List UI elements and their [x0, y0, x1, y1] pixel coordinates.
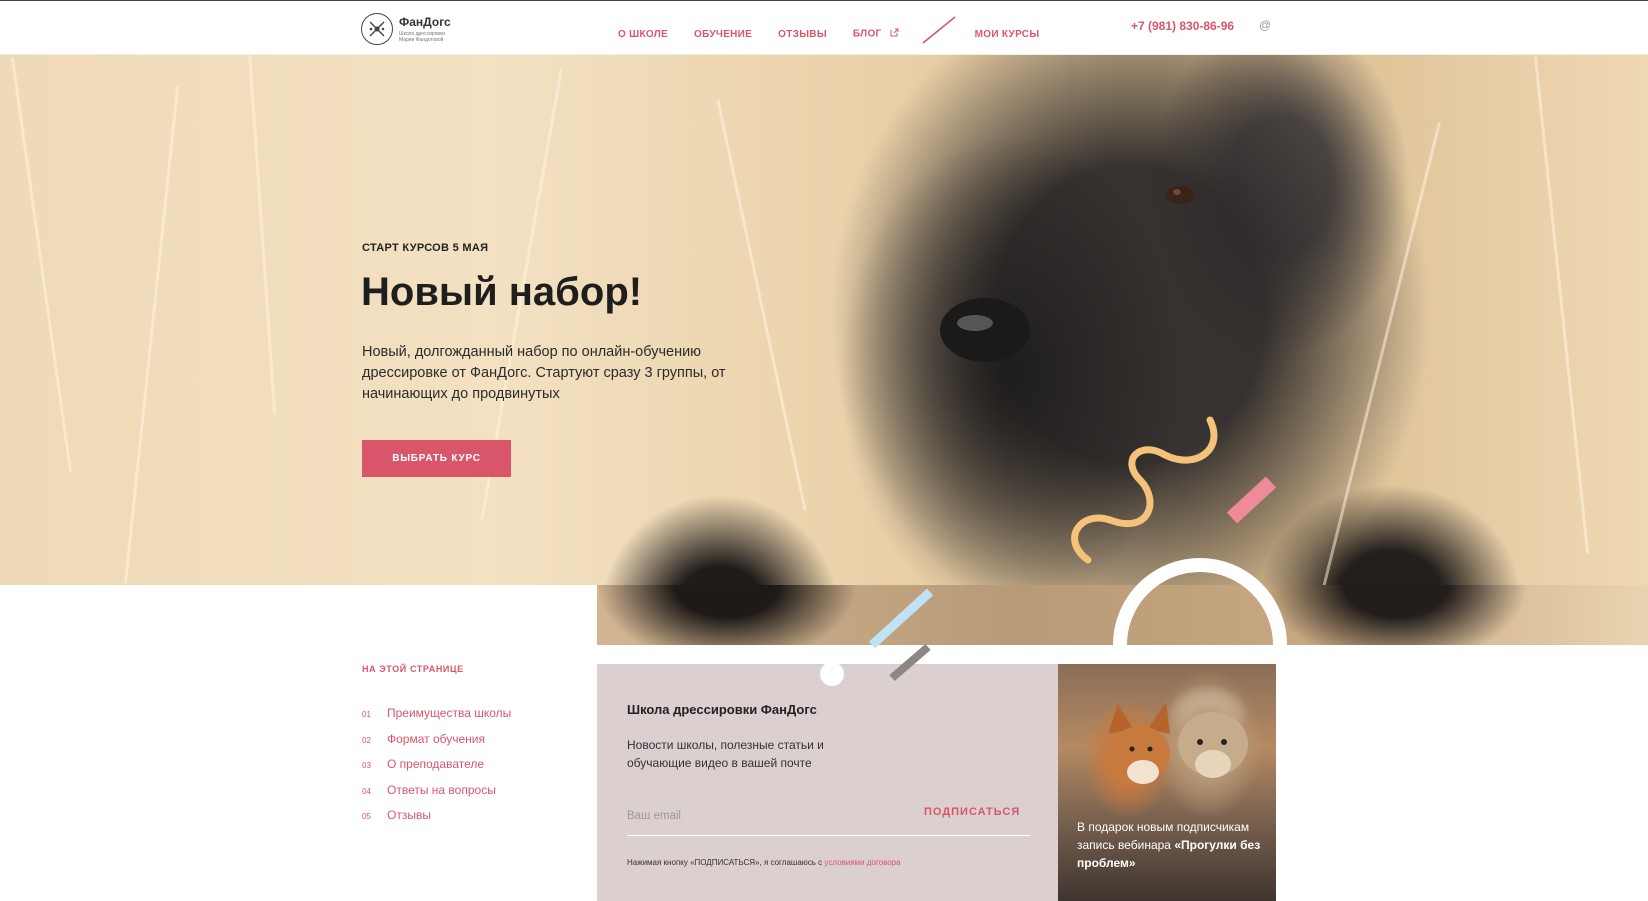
consent-note-text: Нажимая кнопку «ПОДПИСАТЬСЯ», я соглашаю…: [627, 858, 823, 867]
dog-eye-icon: [1166, 186, 1194, 204]
site-header: ФанДогс Школа дрессировки Марии Фандогов…: [0, 0, 1648, 55]
hero-kicker: СТАРТ КУРСОВ 5 МАЯ: [362, 242, 489, 254]
grass-decor: [246, 55, 277, 415]
logo-name: ФанДогс: [399, 15, 451, 29]
toc-item-label: Преимущества школы: [387, 706, 512, 720]
hero-description: Новый, долгожданный набор по онлайн-обуч…: [362, 344, 726, 402]
toc-item-number: 03: [362, 761, 371, 770]
contract-terms-link[interactable]: условиями договора: [824, 858, 900, 867]
toc-item-number: 01: [362, 710, 371, 719]
grass-decor: [123, 86, 180, 584]
page-toc: НА ЭТОЙ СТРАНИЦЕ 01 Преимущества школы 0…: [362, 664, 511, 834]
toc-item[interactable]: 01 Преимущества школы: [362, 706, 511, 732]
nav-item-about[interactable]: О школе: [618, 29, 668, 40]
toc-item[interactable]: 04 Ответы на вопросы: [362, 783, 511, 809]
toc-item-number: 05: [362, 812, 371, 821]
nav-divider-slash: [922, 16, 956, 44]
nav-item-blog[interactable]: Блог: [853, 28, 899, 40]
external-link-icon: [890, 28, 899, 40]
subscribe-panel: Школа дрессировки ФанДогс Новости школы,…: [597, 664, 1058, 901]
toc-item[interactable]: 03 О преподавателе: [362, 757, 511, 783]
toc-item[interactable]: 05 Отзывы: [362, 808, 511, 834]
toc-item-label: Формат обучения: [387, 731, 485, 746]
grass-decor: [10, 56, 73, 474]
hero-image-overflow: [597, 585, 1648, 645]
email-underline: [627, 835, 1030, 836]
nav-item-training[interactable]: Обучение: [694, 29, 752, 40]
hero-banner-image: [0, 55, 1648, 585]
toc-item-label: О преподавателе: [387, 757, 485, 771]
grass-decor: [1533, 56, 1590, 554]
subscribe-title: Школа дрессировки ФанДогс: [627, 702, 817, 717]
consent-note: Нажимая кнопку «ПОДПИСАТЬСЯ», я соглашаю…: [627, 858, 901, 867]
toc-title: НА ЭТОЙ СТРАНИЦЕ: [362, 664, 464, 674]
choose-course-button[interactable]: ВЫБРАТЬ КУРС: [362, 440, 511, 477]
toc-item-number: 04: [362, 786, 371, 796]
logo-icon: [361, 13, 393, 45]
toc-item-label: Отзывы: [387, 808, 431, 822]
subscribe-description: Новости школы, полезные статьи и обучающ…: [627, 738, 824, 770]
logo-subtitle: Школа дрессировки Марии Фандоговой: [399, 31, 446, 43]
grass-decor: [716, 99, 807, 511]
promo-text: В подарок новым подписчикам запись вебин…: [1077, 818, 1267, 872]
email-at-icon[interactable]: @: [1259, 18, 1271, 32]
toc-item-number: 02: [362, 735, 371, 745]
toc-item[interactable]: 02 Формат обучения: [362, 732, 511, 758]
email-input[interactable]: [627, 804, 917, 828]
main-nav: О школе Обучение Отзывы Блог Мои курсы: [618, 16, 1040, 45]
subscribe-button[interactable]: ПОДПИСАТЬСЯ: [924, 806, 1020, 818]
nav-item-blog-label: Блог: [852, 28, 882, 40]
logo[interactable]: ФанДогс Школа дрессировки Марии Фандогов…: [361, 13, 459, 45]
promo-image-card[interactable]: В подарок новым подписчикам запись вебин…: [1058, 664, 1276, 901]
toc-item-label: Ответы на вопросы: [387, 782, 496, 797]
grass-decor: [1321, 121, 1442, 585]
hero-title: Новый набор!: [361, 270, 643, 314]
dogs-photo-icon: [1108, 702, 1248, 784]
nav-item-my-courses[interactable]: Мои курсы: [975, 29, 1040, 40]
phone-link[interactable]: +7 (981) 830-86-96: [1131, 19, 1234, 33]
nav-item-reviews[interactable]: Отзывы: [778, 29, 827, 40]
dog-nose-icon: [940, 298, 1030, 362]
